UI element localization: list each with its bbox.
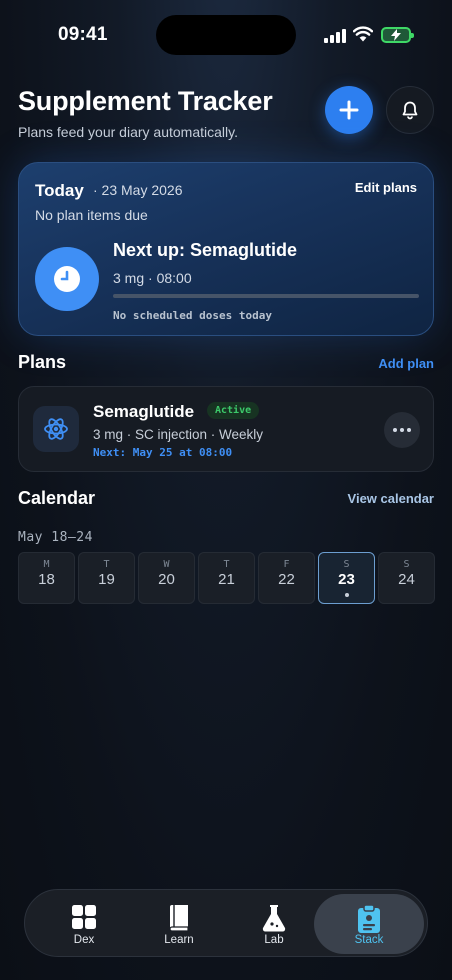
notifications-button[interactable] bbox=[386, 86, 434, 134]
day-of-week: M bbox=[43, 559, 50, 570]
calendar-day[interactable]: F 22 bbox=[258, 552, 315, 604]
flask-icon bbox=[262, 905, 286, 932]
bottom-nav: Dex Learn Lab Stack bbox=[24, 889, 428, 957]
day-of-week: S bbox=[403, 559, 410, 570]
nav-item-stack[interactable]: Stack bbox=[314, 894, 424, 954]
nav-label: Learn bbox=[164, 934, 194, 946]
day-of-week: T bbox=[103, 559, 110, 570]
dynamic-island bbox=[156, 15, 296, 55]
day-of-week: S bbox=[343, 559, 350, 570]
day-of-week: F bbox=[283, 559, 290, 570]
week-range: May 18–24 bbox=[18, 530, 93, 545]
status-time: 09:41 bbox=[58, 24, 108, 45]
wifi-icon bbox=[353, 26, 373, 42]
nav-label: Lab bbox=[264, 934, 284, 946]
calendar-day[interactable]: M 18 bbox=[18, 552, 75, 604]
day-of-week: W bbox=[163, 559, 170, 570]
next-up-meta: 3 mg · 08:00 bbox=[113, 270, 192, 286]
clock-icon bbox=[54, 266, 80, 292]
today-dot bbox=[345, 593, 349, 597]
plan-name: Semaglutide bbox=[93, 402, 195, 421]
edit-plans-link[interactable]: Edit plans bbox=[355, 180, 417, 195]
page-subtitle: Plans feed your diary automatically. bbox=[18, 124, 238, 140]
next-up-title: Next up: Semaglutide bbox=[113, 240, 298, 260]
plan-card[interactable]: Semaglutide Active 3 mg · SC injection ·… bbox=[18, 386, 434, 472]
plan-items-status: No plan items due bbox=[35, 207, 148, 223]
clipboard-icon bbox=[358, 904, 380, 933]
nav-item-learn[interactable]: Learn bbox=[124, 894, 234, 954]
clock-badge bbox=[35, 247, 99, 311]
day-number: 18 bbox=[38, 571, 55, 588]
plan-meta: 3 mg · SC injection · Weekly bbox=[93, 427, 264, 442]
add-button[interactable] bbox=[325, 86, 373, 134]
day-number: 24 bbox=[398, 571, 415, 588]
signal-icon bbox=[324, 29, 346, 43]
calendar-day[interactable]: S 24 bbox=[378, 552, 435, 604]
day-number: 21 bbox=[218, 571, 235, 588]
status-badge: Active bbox=[207, 402, 260, 419]
today-card[interactable]: Today · 23 May 2026 Edit plans No plan i… bbox=[18, 162, 434, 336]
view-calendar-link[interactable]: View calendar bbox=[348, 491, 434, 506]
calendar-day[interactable]: W 20 bbox=[138, 552, 195, 604]
nav-item-dex[interactable]: Dex bbox=[29, 894, 139, 954]
nav-item-lab[interactable]: Lab bbox=[219, 894, 329, 954]
page-title: Supplement Tracker bbox=[18, 86, 273, 116]
plan-next-dose: Next: May 25 at 08:00 bbox=[93, 446, 233, 459]
calendar-day-selected[interactable]: S 23 bbox=[318, 552, 375, 604]
day-number: 20 bbox=[158, 571, 175, 588]
nav-label: Dex bbox=[73, 934, 95, 946]
plan-icon bbox=[33, 406, 79, 452]
day-of-week: T bbox=[223, 559, 230, 570]
calendar-day[interactable]: T 19 bbox=[78, 552, 135, 604]
nav-label: Stack bbox=[354, 934, 384, 946]
battery-charging-icon bbox=[381, 27, 414, 43]
more-options-button[interactable] bbox=[384, 412, 420, 448]
calendar-heading: Calendar bbox=[18, 488, 96, 508]
status-bar: 09:41 bbox=[0, 0, 452, 70]
plus-icon bbox=[339, 100, 359, 120]
add-plan-link[interactable]: Add plan bbox=[378, 356, 434, 371]
grid-icon bbox=[72, 905, 96, 929]
plans-heading: Plans bbox=[18, 352, 67, 372]
day-number: 22 bbox=[278, 571, 295, 588]
today-label: Today bbox=[35, 181, 84, 200]
book-icon bbox=[169, 905, 189, 932]
no-doses-text: No scheduled doses today bbox=[113, 309, 272, 322]
dose-progress-bar bbox=[113, 294, 419, 298]
day-number: 23 bbox=[338, 571, 355, 588]
day-number: 19 bbox=[98, 571, 115, 588]
atom-icon bbox=[44, 418, 68, 440]
calendar-day[interactable]: T 21 bbox=[198, 552, 255, 604]
today-date: · 23 May 2026 bbox=[93, 182, 183, 198]
bell-icon bbox=[402, 101, 418, 120]
